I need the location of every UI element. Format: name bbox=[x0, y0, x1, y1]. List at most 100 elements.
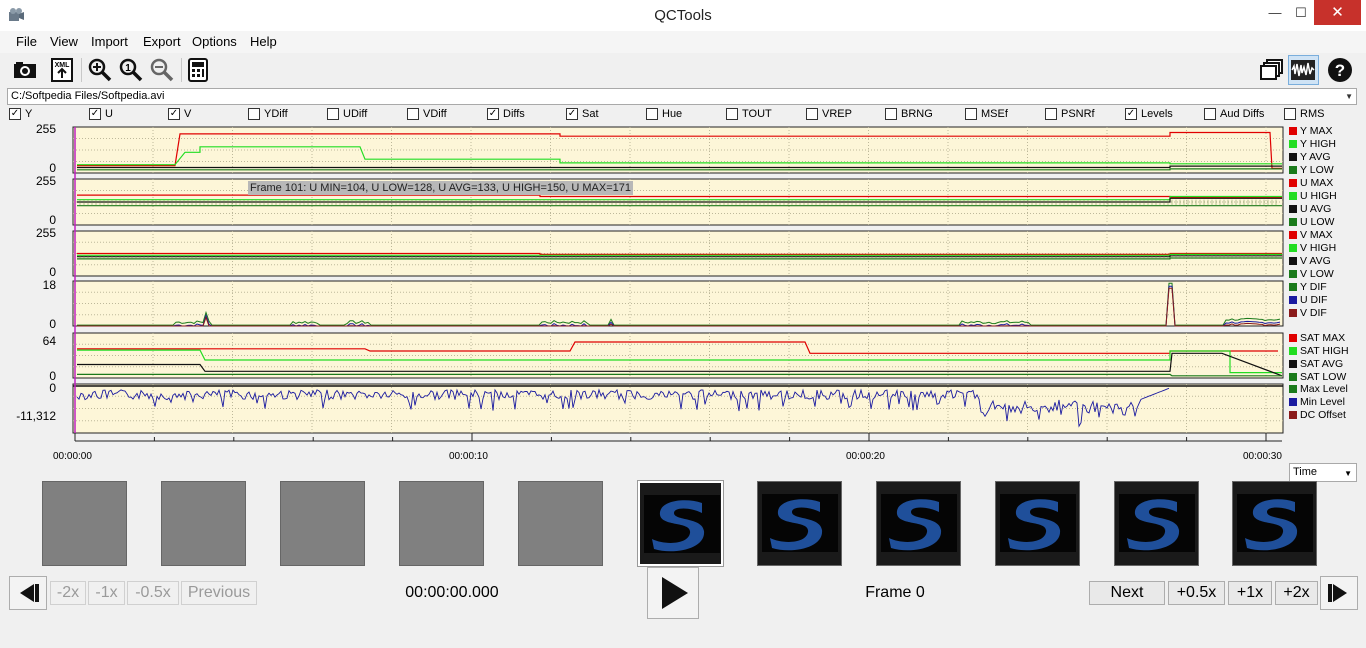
legend-swatch bbox=[1289, 257, 1297, 265]
checkbox-box[interactable]: ✓ bbox=[9, 108, 21, 120]
filter-checkbox-vrep[interactable]: VREP bbox=[806, 108, 852, 120]
filter-label: TOUT bbox=[742, 108, 772, 120]
filter-checkbox-vdiff[interactable]: VDiff bbox=[407, 108, 447, 120]
menu-export[interactable]: Export bbox=[143, 34, 181, 49]
filter-checkbox-brng[interactable]: BRNG bbox=[885, 108, 933, 120]
legend-swatch bbox=[1289, 218, 1297, 226]
frame-thumbnail[interactable] bbox=[876, 481, 961, 566]
filter-checkbox-u[interactable]: ✓ U bbox=[89, 108, 113, 120]
legend-item: SAT LOW bbox=[1289, 371, 1346, 383]
zoom-in-button[interactable] bbox=[86, 56, 114, 84]
title-bar: QCTools — ☐ ✕ bbox=[0, 0, 1366, 31]
filter-checkbox-ydiff[interactable]: YDiff bbox=[248, 108, 288, 120]
menu-view[interactable]: View bbox=[50, 34, 78, 49]
zoom-reset-button[interactable]: 1 bbox=[117, 56, 145, 84]
xml-export-button[interactable]: XML bbox=[48, 56, 76, 84]
checkbox-box[interactable] bbox=[1204, 108, 1216, 120]
legend-swatch bbox=[1289, 140, 1297, 148]
frame-thumbnail[interactable] bbox=[161, 481, 246, 566]
filter-checkbox-psnrf[interactable]: PSNRf bbox=[1045, 108, 1095, 120]
filter-checkbox-v[interactable]: ✓ V bbox=[168, 108, 191, 120]
softpedia-logo-icon bbox=[762, 494, 838, 552]
menu-file[interactable]: File bbox=[16, 34, 37, 49]
checkbox-box[interactable]: ✓ bbox=[487, 108, 499, 120]
filter-checkbox-levels[interactable]: ✓ Levels bbox=[1125, 108, 1173, 120]
frame-thumbnail[interactable] bbox=[280, 481, 365, 566]
checkbox-box[interactable] bbox=[407, 108, 419, 120]
maximize-button[interactable]: ☐ bbox=[1288, 0, 1314, 25]
frame-thumbnail[interactable] bbox=[1232, 481, 1317, 566]
checkbox-box[interactable] bbox=[248, 108, 260, 120]
menu-import[interactable]: Import bbox=[91, 34, 128, 49]
filter-checkbox-aud-diffs[interactable]: Aud Diffs bbox=[1204, 108, 1264, 120]
y-axis-min-label: -11,312 bbox=[16, 409, 56, 423]
rewind-2x-button[interactable]: -2x bbox=[50, 581, 86, 605]
toolbar: XML 1 ? bbox=[0, 53, 1366, 87]
checkbox-box[interactable]: ✓ bbox=[168, 108, 180, 120]
step-forward-button[interactable] bbox=[1320, 576, 1358, 610]
softpedia-logo-icon bbox=[1119, 494, 1195, 552]
checkbox-box[interactable] bbox=[646, 108, 658, 120]
checkbox-box[interactable] bbox=[327, 108, 339, 120]
windows-button[interactable] bbox=[1258, 56, 1286, 84]
frame-thumbnail[interactable] bbox=[399, 481, 484, 566]
play-button[interactable] bbox=[647, 567, 699, 619]
menu-options[interactable]: Options bbox=[192, 34, 237, 49]
forward-1x-button[interactable]: +1x bbox=[1228, 581, 1272, 605]
filter-checkbox-tout[interactable]: TOUT bbox=[726, 108, 772, 120]
legend-swatch bbox=[1289, 270, 1297, 278]
next-button[interactable]: Next bbox=[1089, 581, 1165, 605]
filter-checkbox-msef[interactable]: MSEf bbox=[965, 108, 1008, 120]
zoom-out-button[interactable] bbox=[148, 56, 176, 84]
checkbox-box[interactable] bbox=[1284, 108, 1296, 120]
checkbox-box[interactable]: ✓ bbox=[1125, 108, 1137, 120]
time-mode-select[interactable]: Time ▼ bbox=[1289, 463, 1357, 482]
open-file-button[interactable] bbox=[11, 56, 39, 84]
previous-button[interactable]: Previous bbox=[181, 581, 257, 605]
filter-checkbox-diffs[interactable]: ✓ Diffs bbox=[487, 108, 525, 120]
y-axis-min-label: 0 bbox=[49, 161, 56, 175]
legend-item: U LOW bbox=[1289, 216, 1334, 228]
legend-item: V DIF bbox=[1289, 307, 1327, 319]
checkbox-box[interactable] bbox=[726, 108, 738, 120]
checkbox-box[interactable] bbox=[806, 108, 818, 120]
legend-item: Max Level bbox=[1289, 383, 1348, 395]
checkbox-box[interactable]: ✓ bbox=[566, 108, 578, 120]
legend-swatch bbox=[1289, 205, 1297, 213]
frame-thumbnail[interactable] bbox=[757, 481, 842, 566]
forward-half-button[interactable]: +0.5x bbox=[1168, 581, 1225, 605]
plot-panel[interactable] bbox=[72, 383, 1284, 434]
legend-item: U MAX bbox=[1289, 177, 1333, 189]
settings-grid-button[interactable] bbox=[184, 56, 212, 84]
file-path-combo[interactable]: C:/Softpedia Files/Softpedia.avi ▼ bbox=[7, 88, 1357, 105]
frame-thumbnail[interactable] bbox=[42, 481, 127, 566]
filter-checkbox-udiff[interactable]: UDiff bbox=[327, 108, 367, 120]
forward-2x-button[interactable]: +2x bbox=[1275, 581, 1318, 605]
plot-panel[interactable] bbox=[72, 280, 1284, 327]
legend-label: Y DIF bbox=[1300, 281, 1327, 293]
help-button[interactable]: ? bbox=[1326, 56, 1354, 84]
legend-item: Y HIGH bbox=[1289, 138, 1336, 150]
frame-thumbnail[interactable] bbox=[637, 480, 724, 567]
frame-thumbnail[interactable] bbox=[1114, 481, 1199, 566]
legend-swatch bbox=[1289, 398, 1297, 406]
filter-checkbox-y[interactable]: ✓ Y bbox=[9, 108, 32, 120]
close-button[interactable]: ✕ bbox=[1314, 0, 1361, 25]
filter-checkbox-sat[interactable]: ✓ Sat bbox=[566, 108, 599, 120]
y-axis-max-label: 255 bbox=[35, 174, 56, 188]
frame-thumbnail[interactable] bbox=[518, 481, 603, 566]
filter-checkbox-rms[interactable]: RMS bbox=[1284, 108, 1324, 120]
checkbox-box[interactable]: ✓ bbox=[89, 108, 101, 120]
plots-canvas[interactable] bbox=[0, 123, 1366, 463]
step-back-button[interactable] bbox=[9, 576, 47, 610]
filter-checkbox-hue[interactable]: Hue bbox=[646, 108, 682, 120]
rewind-half-button[interactable]: -0.5x bbox=[127, 581, 179, 605]
checkbox-box[interactable] bbox=[965, 108, 977, 120]
menu-help[interactable]: Help bbox=[250, 34, 277, 49]
frame-thumbnail[interactable] bbox=[995, 481, 1080, 566]
rewind-1x-button[interactable]: -1x bbox=[88, 581, 125, 605]
waveform-button[interactable] bbox=[1288, 55, 1319, 85]
minimize-button[interactable]: — bbox=[1262, 0, 1288, 25]
checkbox-box[interactable] bbox=[885, 108, 897, 120]
checkbox-box[interactable] bbox=[1045, 108, 1057, 120]
